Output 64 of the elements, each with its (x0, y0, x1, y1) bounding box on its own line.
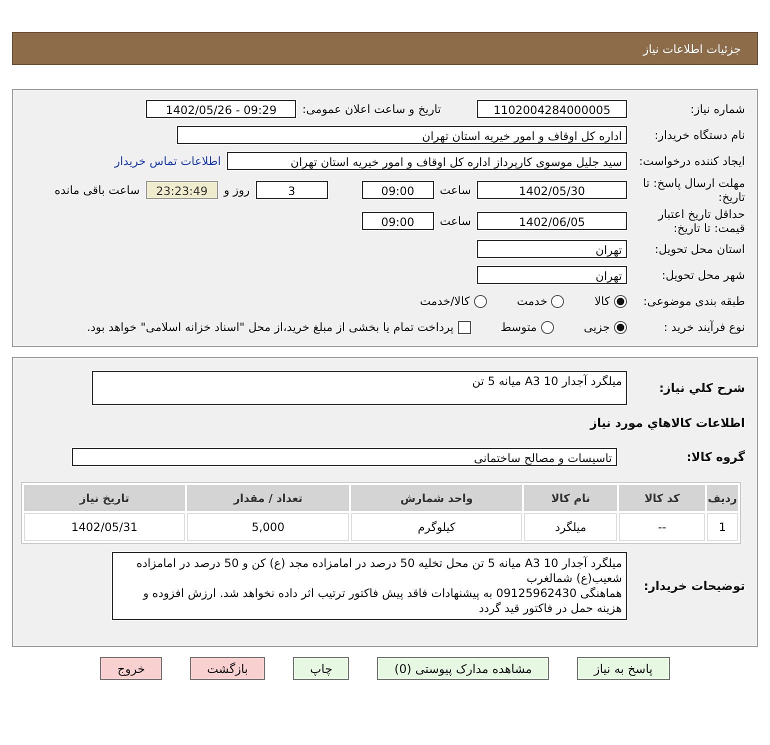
deadline-date-field: 1402/05/30 (477, 180, 627, 198)
option-label: متوسط (500, 320, 537, 334)
field-label: گروه کالا: (686, 450, 745, 464)
field-label: تاریخ و ساعت اعلان عمومی: (302, 102, 441, 116)
action-button[interactable]: بازگشت (190, 657, 265, 680)
option-label: خدمت (516, 294, 548, 308)
field-label: نام دستگاه خریدار: (653, 128, 745, 142)
field-label: ساعت (440, 214, 471, 228)
action-button[interactable]: مشاهده مدارک پیوستی (0) (377, 657, 549, 680)
announce-date-field: 1402/05/26 - 09:29 (146, 100, 296, 118)
radio-button[interactable] (614, 294, 627, 308)
column-header: نام کالا (524, 485, 618, 511)
action-button[interactable]: خروج (100, 657, 162, 680)
option-label: جزیی (584, 320, 610, 334)
column-header: تعداد / مقدار (186, 485, 350, 511)
summary-field: میلگرد آجدار A3 10 میانه 5 تن (92, 371, 627, 405)
checkbox[interactable] (458, 320, 471, 334)
field-label: ساعت باقی مانده (54, 182, 140, 196)
field-label: شرح کلي نياز: (658, 381, 745, 395)
field-label: شهر محل تحویل: (660, 268, 745, 282)
action-button[interactable]: چاپ (293, 657, 350, 680)
city-field: تهران (477, 266, 627, 284)
group-field: تاسیسات و مصالح ساختمانی (72, 448, 617, 466)
column-header: ردیف (706, 485, 738, 511)
option-label: پرداخت تمام یا بخشی از مبلغ خرید،از محل "اسناد خزانه اسلامی" خواهد بود. (86, 320, 454, 334)
action-button[interactable]: پاسخ به نیاز (576, 657, 670, 680)
field-label: ایجاد کننده درخواست: (638, 154, 745, 168)
radio-button[interactable] (614, 320, 627, 334)
radio-button[interactable] (474, 294, 487, 308)
contact-link[interactable]: اطلاعات تماس خریدار (114, 154, 221, 168)
field-label: مهلت ارسال پاسخ: تا تاریخ: (642, 176, 745, 204)
validity-date-field: 1402/06/05 (477, 212, 627, 230)
radio-button[interactable] (540, 320, 554, 334)
table-cell: کیلوگرم (351, 513, 522, 541)
field-label: روز و (224, 182, 250, 196)
province-field: تهران (477, 240, 627, 258)
option-label: کالا/خدمت (420, 294, 470, 308)
table-cell: 5,000 (186, 513, 350, 541)
table-cell: 1402/05/31 (24, 513, 185, 541)
field-label: طبقه بندی موضوعی: (642, 294, 745, 308)
requester-field: سید جلیل موسوی کارپرداز اداره کل اوقاف و امور خیریه استان تهران (227, 152, 627, 170)
table-cell: 1 (706, 513, 738, 541)
field-label: استان محل تحویل: (654, 242, 745, 256)
validity-time-field: 09:00 (362, 212, 434, 230)
option-label: کالا (594, 294, 610, 308)
buyer-notes-field: میلگرد آجدار A3 10 میانه 5 تن محل تخلیه 50 درصد در امامزاده مجد (ع) کن و 50 درصد در امامزاده شعیب(ع) شمالغرب هماهنگی 09125962430 به پیشنهادات فاقد پیش فاکتور ترتیب اثر داده نخواهد شد. ارزش افزوده و هزینه حمل در فاکتور قید گردد (112, 552, 627, 620)
buyer-field: اداره کل اوقاف و امور خیریه استان تهران (177, 126, 627, 144)
section-title: اطلاعات کالاهاي مورد نياز (590, 416, 745, 430)
field-label: ساعت (440, 182, 471, 196)
field-label: شماره نیاز: (689, 102, 745, 116)
table-cell: -- (619, 513, 705, 541)
need-number-field: 1102004284000005 (477, 100, 627, 118)
remaining-time-field: 23:23:49 (146, 180, 218, 198)
field-label: حداقل تاریخ اعتبار قیمت: تا تاریخ: (656, 206, 745, 234)
column-header: کد کالا (619, 485, 705, 511)
radio-button[interactable] (551, 294, 564, 308)
field-label: نوع فرآیند خرید : (662, 320, 745, 334)
days-field: 3 (256, 180, 328, 198)
column-header: واحد شمارش (351, 485, 522, 511)
deadline-time-field: 09:00 (362, 180, 434, 198)
table-cell: میلگرد (524, 513, 618, 541)
column-header: تاریخ نیاز (24, 485, 185, 511)
field-label: توضیحات خریدار: (642, 579, 745, 593)
page-title: جزئیات اطلاعات نیاز (643, 42, 741, 56)
